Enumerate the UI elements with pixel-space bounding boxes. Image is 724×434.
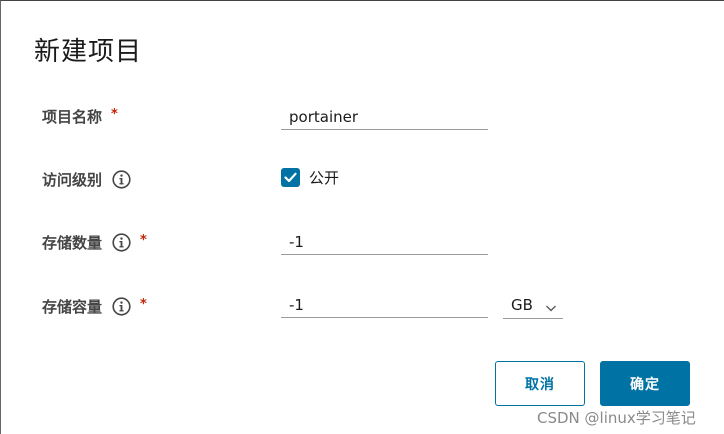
dialog-title: 新建项目 (34, 37, 143, 67)
required-mark: * (140, 297, 147, 312)
watermark: CSDN @linux学习笔记 (537, 409, 696, 427)
storage-unit-select[interactable]: GB (503, 291, 563, 319)
project-name-label-row: 项目名称 * (42, 106, 118, 127)
storage-count-label: 存储数量 (42, 234, 103, 252)
public-checkbox-row[interactable]: 公开 (281, 167, 339, 188)
storage-capacity-input[interactable] (281, 292, 488, 318)
access-level-label-row: 访问级别 (42, 169, 131, 190)
cancel-button[interactable]: 取消 (495, 361, 585, 406)
storage-capacity-label-row: 存储容量 * (42, 296, 147, 317)
public-checkbox[interactable] (281, 168, 300, 187)
required-mark: * (111, 107, 118, 122)
access-level-label: 访问级别 (42, 171, 103, 189)
chevron-down-icon (545, 299, 557, 312)
storage-unit-value: GB (511, 295, 533, 314)
project-name-label: 项目名称 (42, 108, 103, 126)
new-project-dialog: 新建项目 项目名称 * 访问级别 公开 存储数量 (0, 0, 724, 434)
info-icon[interactable] (112, 233, 131, 252)
storage-count-input[interactable] (281, 229, 488, 255)
info-icon[interactable] (112, 297, 131, 316)
public-checkbox-label: 公开 (309, 169, 340, 187)
info-icon[interactable] (112, 170, 131, 189)
project-name-input[interactable] (281, 104, 488, 130)
required-mark: * (140, 233, 147, 248)
confirm-button[interactable]: 确定 (600, 361, 690, 406)
storage-count-label-row: 存储数量 * (42, 232, 147, 253)
storage-capacity-label: 存储容量 (42, 298, 103, 316)
